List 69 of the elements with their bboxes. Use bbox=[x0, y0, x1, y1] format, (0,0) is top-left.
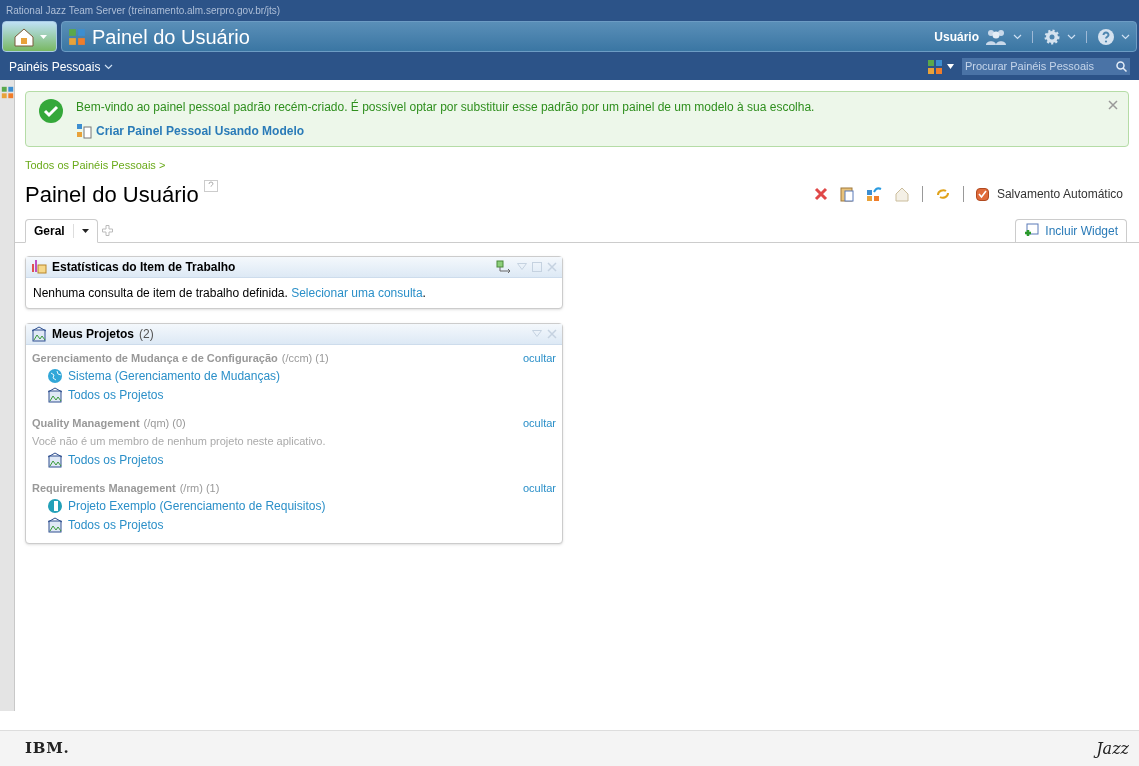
autosave-checkbox[interactable] bbox=[975, 187, 989, 201]
application-name: Quality Management bbox=[32, 415, 140, 431]
hide-link[interactable]: ocultar bbox=[522, 479, 556, 497]
home-button[interactable] bbox=[2, 21, 57, 52]
add-widget-button[interactable]: Incluir Widget bbox=[1015, 218, 1127, 242]
checkmark-icon bbox=[38, 98, 64, 124]
application-path: (/rm) (1) bbox=[179, 480, 220, 496]
add-tab-icon[interactable] bbox=[101, 224, 113, 236]
chevron-down-icon[interactable] bbox=[1067, 33, 1076, 40]
search-field[interactable]: Procurar Painéis Pessoais bbox=[962, 58, 1130, 75]
project-count: (2) bbox=[139, 325, 154, 343]
application-path: (/ccm) (1) bbox=[281, 350, 329, 366]
bar-chart-icon bbox=[31, 259, 47, 274]
project-link[interactable]: Sistema (Gerenciamento de Mudanças) bbox=[68, 367, 281, 385]
users-icon[interactable] bbox=[985, 27, 1007, 46]
add-widget-icon bbox=[1024, 223, 1040, 238]
dashboard-menu-icon bbox=[927, 58, 943, 75]
project-link[interactable]: Todos os Projetos bbox=[68, 451, 164, 469]
caret-icon[interactable] bbox=[81, 228, 89, 233]
dashboard-icon bbox=[0, 86, 14, 99]
widget-title: Meus Projetos bbox=[52, 325, 135, 343]
template-icon bbox=[76, 123, 92, 139]
chevron-down-icon[interactable] bbox=[1013, 33, 1022, 40]
refresh-icon[interactable] bbox=[934, 186, 951, 202]
check-icon bbox=[977, 189, 987, 199]
breadcrumb-link[interactable]: Todos os Painéis Pessoais > bbox=[25, 157, 166, 174]
autosave-label: Salvamento Automático bbox=[996, 186, 1123, 203]
application-name: Requirements Management bbox=[32, 480, 176, 496]
search-icon[interactable] bbox=[1116, 61, 1127, 72]
project-area-icon bbox=[47, 452, 63, 468]
chevron-down-icon[interactable] bbox=[104, 63, 114, 70]
ibm-logo: IBM. bbox=[25, 738, 70, 760]
clipboard-icon[interactable] bbox=[839, 186, 854, 202]
caret-icon bbox=[40, 34, 47, 39]
project-area-icon bbox=[47, 387, 63, 403]
home-icon[interactable] bbox=[893, 186, 910, 202]
application-name: Gerenciamento de Mudança e de Configuração bbox=[32, 350, 278, 366]
close-icon[interactable] bbox=[1108, 100, 1118, 110]
delete-icon[interactable] bbox=[813, 187, 828, 201]
door-icon bbox=[47, 498, 63, 514]
chevron-down-icon[interactable] bbox=[1121, 33, 1130, 40]
caret-icon[interactable] bbox=[947, 64, 954, 69]
help-icon[interactable] bbox=[1097, 27, 1115, 46]
export-icon[interactable] bbox=[496, 260, 512, 273]
help-icon[interactable] bbox=[203, 179, 218, 194]
user-name[interactable]: Usuário bbox=[934, 27, 979, 46]
welcome-message: Bem-vindo ao painel pessoal padrão recém-criado. É possível optar por substituir esse padrão por um painel de um modelo à sua escolha. bbox=[76, 98, 815, 116]
project-link[interactable]: Todos os Projetos bbox=[68, 386, 164, 404]
dashboard-tab[interactable]: Geral bbox=[25, 218, 98, 243]
page-title: Painel do Usuário bbox=[25, 180, 199, 209]
settings-icon[interactable] bbox=[1043, 27, 1061, 46]
project-link[interactable]: Todos os Projetos bbox=[68, 516, 164, 534]
globe-icon bbox=[47, 368, 63, 384]
server-title: Rational Jazz Team Server (treinamento.alm.serpro.gov.br/jts) bbox=[5, 3, 282, 18]
application-path: (/qm) (0) bbox=[143, 415, 186, 431]
personal-dashboards-menu[interactable]: Painéis Pessoais bbox=[9, 57, 114, 76]
banner-title: Painel do Usuário bbox=[92, 24, 250, 50]
hide-link[interactable]: ocultar bbox=[522, 414, 556, 432]
hide-link[interactable]: ocultar bbox=[522, 349, 556, 367]
project-area-icon bbox=[47, 517, 63, 533]
project-area-icon bbox=[31, 325, 47, 342]
project-link[interactable]: Projeto Exemplo (Gerenciamento de Requisitos) bbox=[68, 497, 326, 515]
create-from-template-link[interactable]: Criar Painel Pessoal Usando Modelo bbox=[96, 122, 305, 140]
share-dashboard-icon[interactable] bbox=[865, 186, 882, 202]
select-query-link[interactable]: Selecionar uma consulta bbox=[291, 285, 423, 300]
widget-message: Nenhuma consulta de item de trabalho definida. Selecionar uma consulta. bbox=[33, 285, 426, 300]
no-membership-message: Você não é um membro de nenhum projeto neste aplicativo. bbox=[32, 433, 327, 449]
dashboard-icon bbox=[68, 27, 86, 46]
widget-title: Estatísticas do Item de Trabalho bbox=[52, 258, 236, 276]
